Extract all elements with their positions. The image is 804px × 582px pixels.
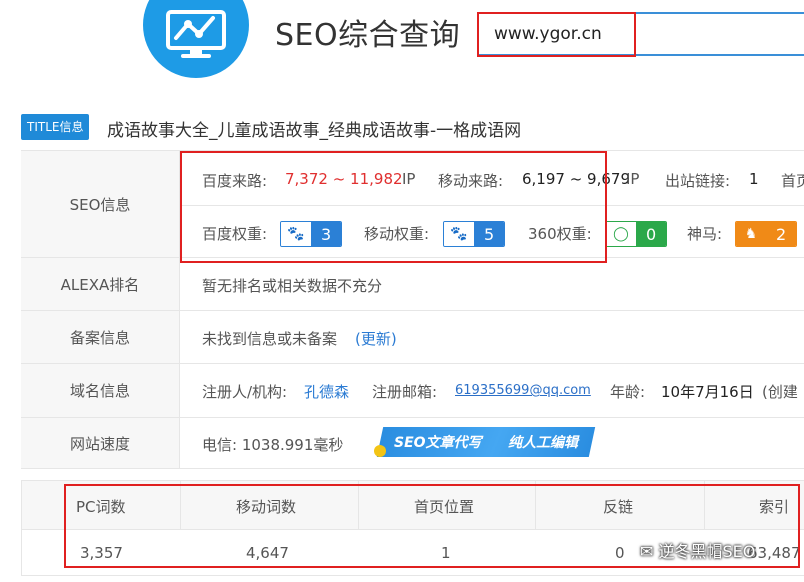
- mobile-weight-badge[interactable]: 🐾 5: [443, 221, 506, 247]
- shenma-value: 2: [766, 222, 797, 246]
- watermark: ✉ 逆冬黑帽SEO: [640, 538, 755, 562]
- baidu-traffic-value[interactable]: 7,372 ~ 11,982: [285, 170, 403, 188]
- weight-360-label: 360权重:: [528, 225, 592, 243]
- shenma-label: 神马:: [687, 225, 723, 243]
- mobile-weight-label: 移动权重:: [364, 225, 430, 243]
- keywords-table-header: [22, 481, 804, 530]
- alexa-row: ALEXA排名 暂无排名或相关数据不充分: [21, 258, 804, 311]
- baidu-weight-value: 3: [311, 222, 342, 246]
- banner-left-text: SEO文章代写: [393, 435, 482, 451]
- mobile-traffic-value[interactable]: 6,197 ~ 9,679: [522, 170, 630, 188]
- seo-writing-ad-banner[interactable]: SEO文章代写 纯人工编辑: [376, 427, 596, 457]
- homepage-position-value[interactable]: 1: [441, 544, 451, 562]
- search-input[interactable]: [477, 12, 797, 56]
- email-link[interactable]: 619355699@qq.com: [455, 383, 591, 398]
- wechat-icon: ✉: [640, 542, 659, 561]
- age-value: 10年7月16日: [661, 383, 754, 401]
- title-badge: TITLE信息: [21, 114, 90, 140]
- banner-right-text: 纯人工编辑: [508, 435, 579, 451]
- header-backlinks: 反链: [603, 498, 634, 516]
- mobile-weight-value: 5: [474, 222, 505, 246]
- created-label: (创建: [762, 383, 798, 401]
- icp-row: 备案信息 未找到信息或未备案 (更新): [21, 311, 804, 364]
- logo: [143, 0, 249, 78]
- monitor-chart-icon: [166, 10, 226, 58]
- banner-dot: [374, 445, 386, 457]
- pc-keywords-value[interactable]: 3,357: [80, 544, 123, 562]
- icp-label: 备案信息: [21, 311, 180, 363]
- registrant-label: 注册人/机构:: [202, 383, 288, 401]
- seo-info-table: SEO信息 百度来路: 7,372 ~ 11,982 IP 移动来路: 6,19…: [21, 150, 804, 469]
- outbound-links-value[interactable]: 1: [749, 170, 759, 188]
- domain-label: 域名信息: [21, 364, 180, 417]
- mobile-keywords-value[interactable]: 4,647: [246, 544, 289, 562]
- index-value[interactable]: 63,487: [748, 544, 801, 562]
- baidu-traffic-unit: IP: [402, 170, 416, 188]
- page-title: SEO综合查询: [275, 18, 461, 53]
- outbound-links-label: 出站链接:: [665, 172, 731, 190]
- weight-360-value: 0: [636, 222, 667, 246]
- domain-row: 域名信息 注册人/机构: 孔德森 注册邮箱: 619355699@qq.com …: [21, 364, 804, 418]
- speed-label: 网站速度: [21, 418, 180, 468]
- alexa-value: 暂无排名或相关数据不充分: [202, 277, 383, 295]
- baidu-weight-label: 百度权重:: [202, 225, 268, 243]
- header-pc-keywords: PC词数: [76, 498, 126, 516]
- site-title: 成语故事大全_儿童成语故事_经典成语故事-一格成语网: [107, 121, 522, 141]
- icp-refresh-link[interactable]: (更新): [355, 328, 397, 349]
- homepage-label: 首页: [781, 172, 804, 190]
- backlinks-value[interactable]: 0: [615, 544, 625, 562]
- ring-icon: ◯: [606, 222, 636, 246]
- icp-value: 未找到信息或未备案: [202, 330, 338, 348]
- seo-info-row: SEO信息 百度来路: 7,372 ~ 11,982 IP 移动来路: 6,19…: [21, 151, 804, 258]
- registrant-link[interactable]: 孔德森: [304, 381, 349, 402]
- speed-value: 电信: 1038.991毫秒: [202, 436, 344, 454]
- paw-icon: 🐾: [281, 222, 311, 246]
- mobile-traffic-unit: IP: [626, 170, 640, 188]
- paw-icon: 🐾: [444, 222, 474, 246]
- mobile-traffic-label: 移动来路:: [438, 172, 504, 190]
- header-index: 索引: [759, 498, 790, 516]
- header-homepage-position: 首页位置: [414, 498, 475, 516]
- seo-info-label: SEO信息: [21, 151, 180, 257]
- watermark-text: 逆冬黑帽SEO: [658, 542, 756, 561]
- alexa-label: ALEXA排名: [21, 258, 180, 310]
- baidu-weight-badge[interactable]: 🐾 3: [280, 221, 343, 247]
- shenma-badge[interactable]: ♞ 2: [735, 221, 798, 247]
- age-label: 年龄:: [610, 383, 646, 401]
- email-label: 注册邮箱:: [372, 383, 438, 401]
- baidu-traffic-label: 百度来路:: [202, 172, 268, 190]
- header-mobile-keywords: 移动词数: [236, 498, 297, 516]
- horse-icon: ♞: [736, 222, 766, 246]
- weight-360-badge[interactable]: ◯ 0: [605, 221, 668, 247]
